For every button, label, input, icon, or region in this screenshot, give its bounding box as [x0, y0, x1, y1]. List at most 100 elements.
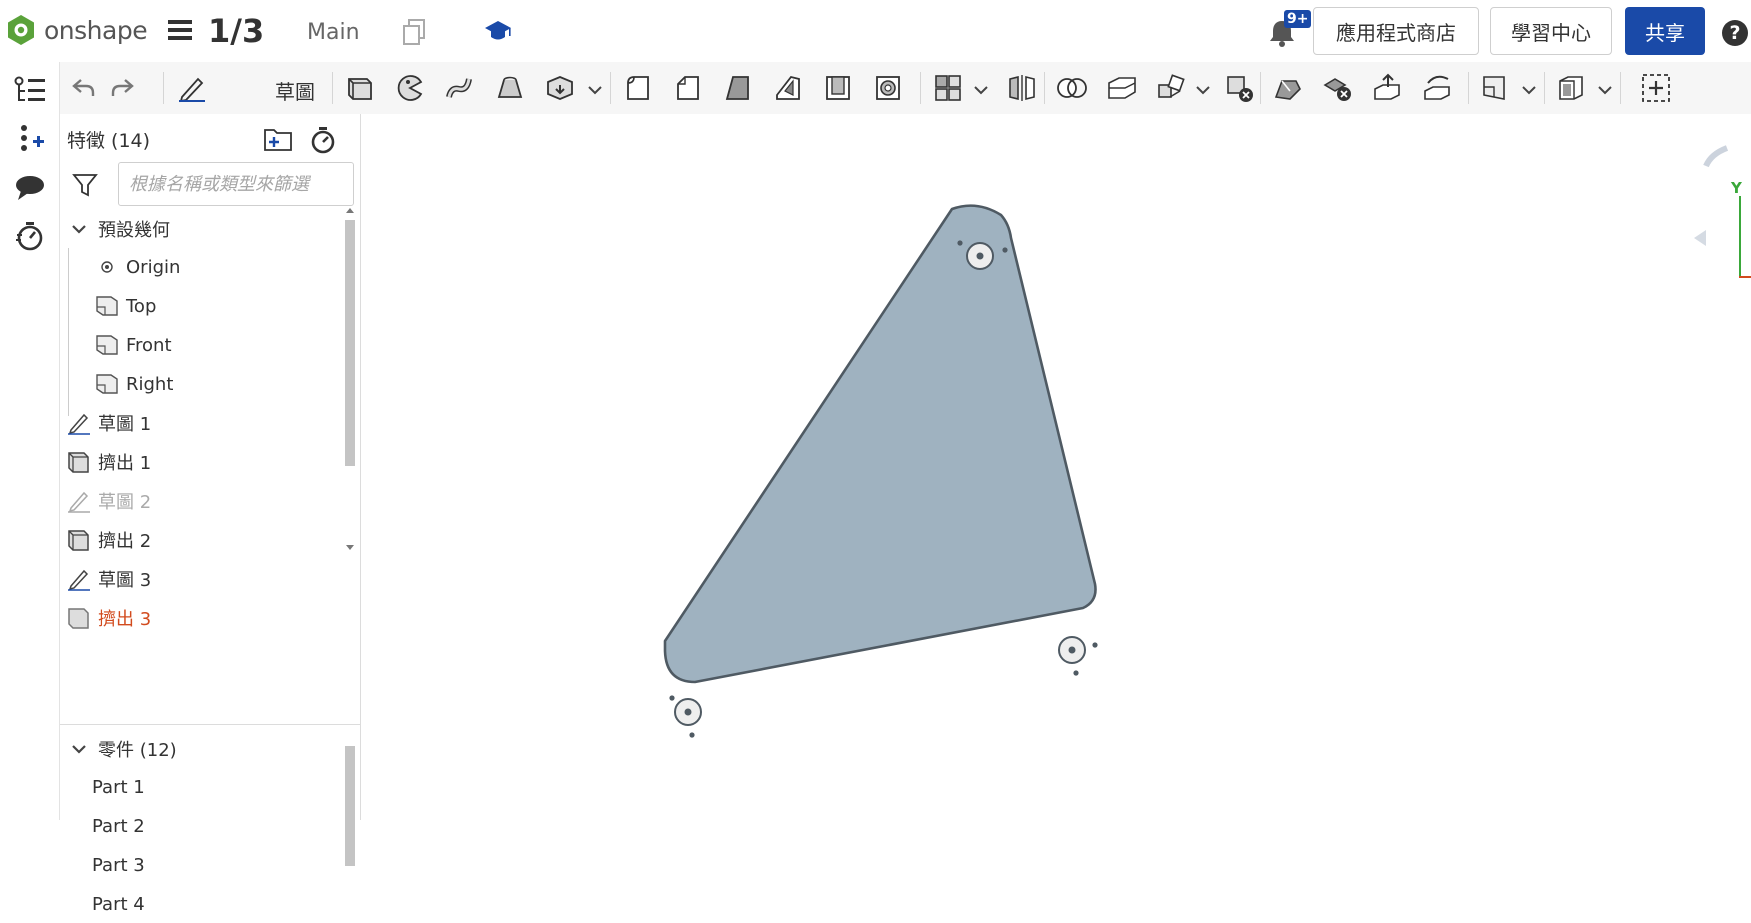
chevron-down-icon[interactable] — [1196, 80, 1210, 99]
view-cube[interactable] — [1671, 114, 1731, 294]
feature-sketch-2[interactable]: 草圖 2 — [66, 482, 340, 520]
plane-icon — [94, 293, 120, 319]
parts-group[interactable]: 零件 (12) — [66, 730, 346, 768]
learning-cap-icon[interactable] — [484, 18, 512, 48]
parts-scrollbar[interactable] — [342, 736, 358, 866]
feature-toolbar: 草圖 — [60, 62, 1751, 115]
view-rotate-arc[interactable] — [1703, 145, 1729, 168]
undo-icon[interactable] — [66, 70, 102, 106]
chamfer-icon[interactable] — [670, 70, 706, 106]
feature-sketch-3[interactable]: 草圖 3 — [66, 560, 340, 598]
feature-tree-scrollbar[interactable] — [342, 206, 358, 720]
part-item[interactable]: Part 3 — [92, 846, 145, 884]
feature-sketch-1[interactable]: 草圖 1 — [66, 404, 340, 442]
default-geometry-label: 預設幾何 — [98, 220, 170, 241]
help-button[interactable]: ? — [1722, 20, 1748, 46]
redo-icon[interactable] — [104, 70, 140, 106]
boolean-icon[interactable] — [1054, 70, 1090, 106]
chevron-down-icon[interactable] — [66, 216, 92, 242]
plane-icon[interactable] — [1478, 70, 1514, 106]
features-title: 特徵 (14) — [67, 130, 151, 152]
hole-right[interactable] — [1058, 636, 1086, 664]
plane-top-item[interactable]: Top — [94, 287, 340, 325]
origin-item[interactable]: Origin — [94, 248, 340, 286]
add-folder-icon[interactable] — [263, 126, 293, 156]
version-count[interactable]: 1/3 — [208, 12, 264, 50]
history-timer-icon[interactable] — [12, 218, 48, 254]
chevron-down-icon[interactable] — [588, 80, 602, 99]
copy-workspace-icon[interactable] — [402, 18, 426, 50]
plane-front-label: Front — [126, 334, 172, 356]
part-item[interactable]: Part 4 — [92, 885, 145, 923]
feature-extrude-2[interactable]: 擠出 2 — [66, 521, 340, 559]
fillet-icon[interactable] — [620, 70, 656, 106]
graphics-viewport[interactable]: Y — [361, 114, 1751, 820]
chevron-down-icon[interactable] — [66, 743, 92, 755]
thicken-icon[interactable] — [542, 70, 578, 106]
hole-icon[interactable] — [870, 70, 906, 106]
replace-face-icon[interactable] — [1420, 70, 1456, 106]
axis-x-line — [1739, 276, 1751, 278]
plane-right-item[interactable]: Right — [94, 365, 340, 403]
loft-icon[interactable] — [492, 70, 528, 106]
panel-divider[interactable] — [60, 724, 360, 725]
revolve-icon[interactable] — [392, 70, 428, 106]
pattern-icon[interactable] — [930, 70, 966, 106]
hole-left[interactable] — [674, 698, 702, 726]
part-item[interactable]: Part 2 — [92, 807, 145, 845]
learning-center-button[interactable]: 學習中心 — [1490, 7, 1612, 55]
transform-icon[interactable] — [1154, 70, 1190, 106]
feature-extrude-1[interactable]: 擠出 1 — [66, 443, 340, 481]
sketch-tool-icon[interactable] — [174, 70, 210, 106]
hole-top[interactable] — [966, 242, 994, 270]
section-view-icon[interactable] — [1554, 70, 1590, 106]
sketch-icon — [66, 488, 92, 514]
delete-part-icon[interactable] — [1222, 70, 1258, 106]
app-store-button[interactable]: 應用程式商店 — [1313, 7, 1479, 55]
feature-label: 草圖 1 — [98, 414, 152, 435]
view-arrow-left-icon[interactable] — [1694, 230, 1706, 246]
filter-icon[interactable] — [72, 172, 98, 202]
mirror-icon[interactable] — [1004, 70, 1040, 106]
feature-extrude-3-error[interactable]: 擠出 3 — [66, 599, 340, 637]
chevron-down-icon[interactable] — [1598, 80, 1612, 99]
axis-y-label: Y — [1731, 179, 1742, 197]
sketch-tool-label[interactable]: 草圖 — [275, 76, 315, 105]
triangle-part[interactable] — [663, 204, 1097, 684]
extrude-icon[interactable] — [342, 70, 378, 106]
part-item[interactable]: Part 1 — [92, 768, 145, 806]
feature-filter-input[interactable] — [118, 162, 354, 206]
comments-icon[interactable] — [12, 170, 48, 206]
scrollbar-thumb[interactable] — [345, 746, 355, 866]
delete-face-icon[interactable] — [1320, 70, 1356, 106]
share-button[interactable]: 共享 — [1625, 7, 1705, 55]
split-icon[interactable] — [1104, 70, 1140, 106]
default-geometry-group[interactable]: 預設幾何 — [66, 210, 340, 248]
top-bar: onshape 1/3 Main 9+ 應用程式商店 學習中心 共享 ? — [0, 0, 1751, 63]
origin-icon — [94, 254, 120, 280]
scrollbar-thumb[interactable] — [345, 220, 355, 466]
modify-fillet-icon[interactable] — [1270, 70, 1306, 106]
sweep-icon[interactable] — [442, 70, 478, 106]
scroll-down-icon[interactable] — [345, 544, 355, 552]
left-rail — [0, 62, 60, 820]
feature-tree: 預設幾何 Origin Top Front Right 草圖 1 擠出 1 草圖… — [60, 210, 340, 724]
rollback-timer-icon[interactable] — [310, 126, 336, 158]
move-face-icon[interactable] — [1370, 70, 1406, 106]
chevron-down-icon[interactable] — [1522, 80, 1536, 99]
scroll-up-icon[interactable] — [345, 206, 355, 214]
plane-front-item[interactable]: Front — [94, 326, 340, 364]
chevron-down-icon[interactable] — [974, 80, 988, 99]
onshape-logo[interactable]: onshape — [6, 14, 148, 46]
draft-icon[interactable] — [720, 70, 756, 106]
branch-main[interactable]: Main — [307, 20, 360, 45]
shell-icon[interactable] — [820, 70, 856, 106]
rib-icon[interactable] — [770, 70, 806, 106]
feature-list-icon[interactable] — [12, 72, 48, 108]
notifications-badge: 9+ — [1284, 10, 1312, 28]
menu-icon[interactable] — [168, 19, 192, 45]
brand-wordmark: onshape — [44, 15, 148, 45]
add-custom-feature-icon[interactable] — [1638, 70, 1674, 106]
insert-mate-icon[interactable] — [12, 120, 48, 156]
extrude-icon — [66, 449, 92, 475]
